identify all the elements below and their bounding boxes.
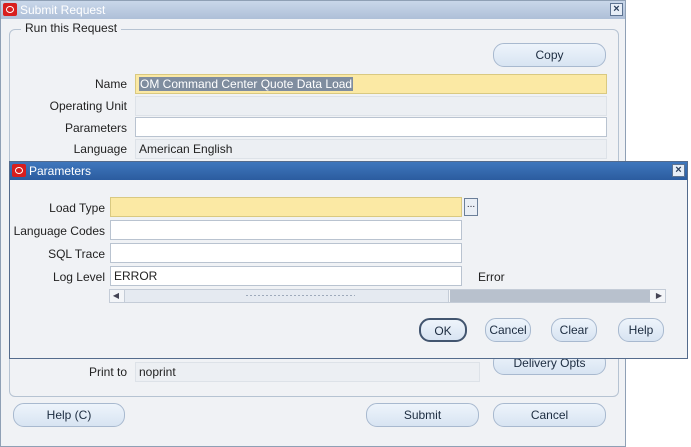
sql-trace-label: SQL Trace	[48, 247, 105, 261]
submit-button-label: Submit	[403, 408, 442, 422]
log-level-field[interactable]: ERROR	[110, 266, 462, 286]
main-titlebar: Submit Request ×	[1, 1, 625, 19]
horizontal-scrollbar[interactable]: ◀ ▶	[109, 289, 666, 303]
clear-button-label: Clear	[559, 323, 589, 337]
scroll-right-icon[interactable]: ▶	[653, 290, 665, 302]
dialog-cancel-button[interactable]: Cancel	[485, 318, 531, 342]
ok-button[interactable]: OK	[419, 318, 467, 342]
cancel-button-label: Cancel	[530, 408, 569, 422]
window-title: Submit Request	[20, 3, 106, 17]
lov-ellipsis-button[interactable]: ...	[464, 198, 478, 216]
language-codes-label: Language Codes	[13, 224, 105, 238]
oracle-logo-icon	[3, 3, 17, 16]
ok-button-label: OK	[434, 324, 452, 338]
grip-icon	[245, 294, 355, 297]
copy-button-label: Copy	[535, 48, 564, 62]
language-label: Language	[73, 142, 127, 156]
copy-button[interactable]: Copy	[493, 43, 606, 67]
dialog-title: Parameters	[29, 164, 92, 178]
load-type-label: Load Type	[49, 201, 105, 215]
submit-button[interactable]: Submit	[366, 403, 479, 427]
name-field[interactable]: OM Command Center Quote Data Load	[135, 74, 607, 94]
help-button-label: Help (C)	[46, 408, 92, 422]
sql-trace-field[interactable]	[110, 243, 462, 263]
close-icon[interactable]: ×	[672, 164, 685, 177]
name-label: Name	[94, 77, 127, 91]
operating-unit-label: Operating Unit	[49, 99, 127, 113]
dialog-help-button[interactable]: Help	[618, 318, 664, 342]
print-to-field[interactable]: noprint	[135, 362, 480, 382]
log-level-description: Error	[478, 270, 505, 284]
name-value: OM Command Center Quote Data Load	[139, 77, 354, 91]
scrollbar-thumb[interactable]	[124, 290, 449, 302]
parameters-field[interactable]	[135, 117, 607, 137]
parameters-label: Parameters	[64, 121, 127, 135]
language-field[interactable]: American English	[135, 139, 607, 159]
operating-unit-field[interactable]	[135, 96, 607, 116]
cancel-button[interactable]: Cancel	[493, 403, 606, 427]
dialog-cancel-label: Cancel	[489, 323, 527, 337]
oracle-logo-icon	[12, 164, 26, 177]
clear-button[interactable]: Clear	[551, 318, 597, 342]
scrollbar-track[interactable]	[450, 290, 650, 302]
close-icon[interactable]: ×	[610, 3, 623, 16]
scroll-left-icon[interactable]: ◀	[110, 290, 122, 302]
help-button[interactable]: Help (C)	[13, 403, 125, 427]
load-type-field[interactable]	[110, 197, 462, 217]
print-to-label: Print to	[88, 365, 127, 379]
dialog-help-label: Help	[628, 323, 654, 337]
group-label: Run this Request	[21, 21, 122, 35]
dialog-titlebar: Parameters ×	[10, 162, 687, 180]
log-level-label: Log Level	[52, 270, 105, 284]
language-codes-field[interactable]	[110, 220, 462, 240]
